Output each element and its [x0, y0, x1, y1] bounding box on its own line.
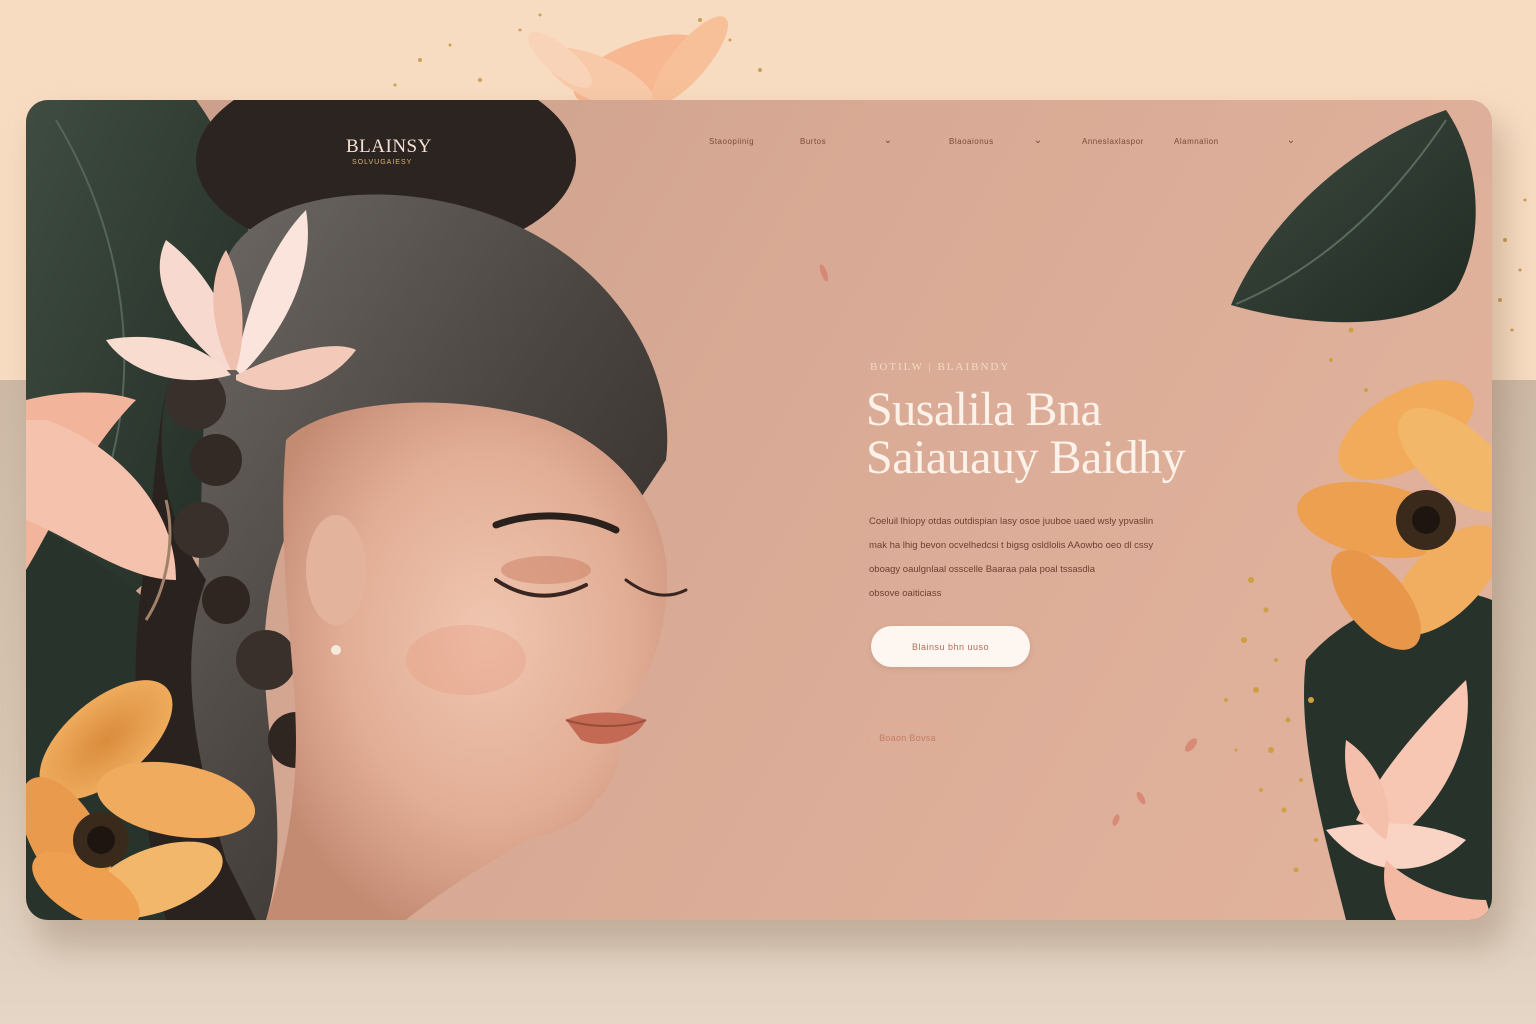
hero-description-line: obsove oaiticiass	[869, 588, 942, 599]
chevron-down-icon[interactable]: ⌄	[1033, 136, 1043, 146]
hero-description: Coeluil lhiopy otdas outdispian lasy oso…	[869, 510, 1209, 606]
chevron-down-icon[interactable]: ⌄	[1286, 136, 1296, 146]
hero-eyebrow: BOTILW | BLAIBNDY	[870, 361, 1011, 373]
secondary-cta-button[interactable]: Boaon Bovsa	[867, 723, 948, 752]
nav-item-1[interactable]: Staoopiinig	[709, 137, 754, 147]
hero-description-line: oboagy oaulgnlaal osscelle Baaraa pala p…	[869, 564, 1096, 575]
nav-item-3[interactable]: Blaoaionus	[949, 137, 994, 147]
hero-headline-line-1: Susalila Bna	[866, 383, 1102, 436]
hero-description-line: mak ha lhig bevon ocvelhedcsi t bigsg os…	[869, 540, 1154, 551]
hero-illustration	[26, 100, 1492, 920]
landing-page-window	[26, 100, 1492, 920]
nav-item-2[interactable]: Burtos	[800, 137, 826, 147]
primary-cta-button[interactable]: Blainsu bhn uuso	[871, 626, 1030, 667]
chevron-down-icon[interactable]: ⌄	[883, 136, 893, 146]
hero-description-line: Coeluil lhiopy otdas outdispian lasy oso…	[869, 516, 1154, 527]
hero-headline-line-2: Saiauauy Baidhy	[866, 431, 1186, 484]
hero-headline: Susalila Bna Saiauauy Baidhy	[866, 386, 1306, 482]
brand-tagline: SOLVUGAIESY	[352, 159, 413, 166]
woman-face-illustration	[266, 402, 688, 920]
brand-logo[interactable]: BLAINSY	[346, 136, 446, 158]
nav-item-5[interactable]: Alamnalion	[1174, 137, 1219, 147]
nav-item-4[interactable]: Anneslaxlaspor	[1082, 137, 1144, 147]
